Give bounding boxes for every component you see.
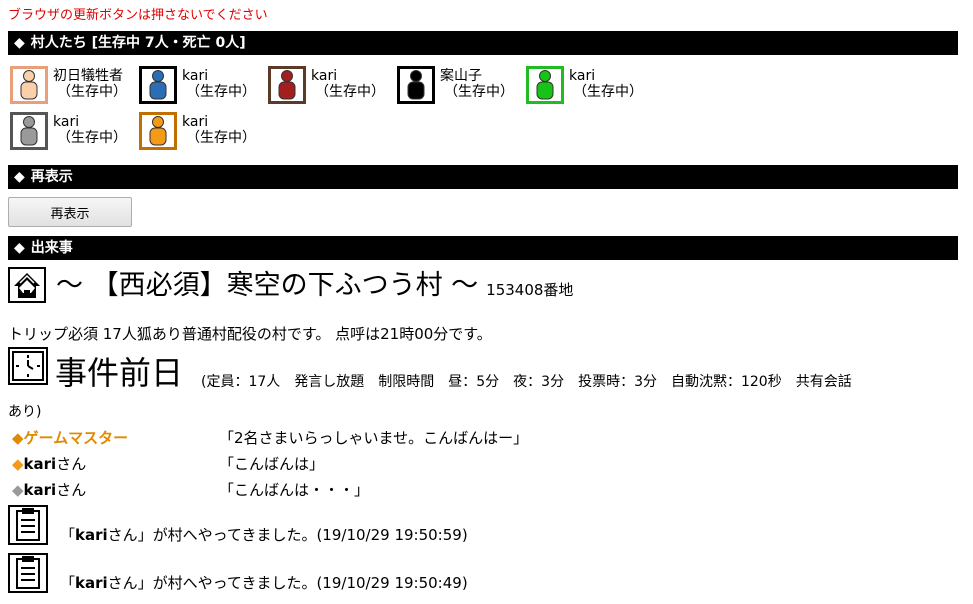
villagers-header: ◆ 村人たち [生存中 7人・死亡 0人] [8, 31, 958, 55]
diamond-icon: ◆ [14, 240, 25, 256]
talk-message: 「こんばんは」 [219, 455, 325, 473]
events-header: ◆ 出来事 [8, 236, 958, 260]
village-description: トリップ必須 17人狐あり普通村配役の村です。 点呼は21時00分です。 [8, 325, 492, 343]
player-card: kari （生存中） [526, 66, 643, 104]
player-status: （生存中） [186, 130, 256, 146]
player-info: 案山子 （生存中） [440, 68, 514, 100]
talk-message: 「2名さまいらっしゃいませ。こんばんはー」 [219, 429, 529, 447]
player-icon [139, 66, 177, 104]
player-card: kari （生存中） [10, 112, 127, 150]
player-name: kari [569, 68, 596, 84]
player-name: kari [53, 114, 80, 130]
clipboard-icon [8, 553, 48, 593]
player-info: kari （生存中） [311, 68, 385, 100]
player-status: （生存中） [186, 84, 256, 100]
player-info: kari （生存中） [569, 68, 643, 100]
player-info: 初日犠牲者 （生存中） [53, 68, 127, 100]
log-open-bracket: 「 [60, 526, 76, 544]
redisplay-header-text: 再表示 [30, 169, 73, 185]
clock-icon [8, 347, 48, 385]
village-title: ～ 【西必須】寒空の下ふつう村 ～ [56, 270, 479, 301]
system-log-text: 「kariさん」が村へやってきました。(19/10/29 19:50:49) [60, 573, 468, 593]
system-log-row: 「kariさん」が村へやってきました。(19/10/29 19:50:59) [8, 505, 468, 545]
speaker-suffix: さん [56, 455, 87, 473]
speaker-diamond-icon: ◆ [12, 455, 24, 473]
system-log-text: 「kariさん」が村へやってきました。(19/10/29 19:50:59) [60, 525, 468, 545]
player-icon [10, 66, 48, 104]
player-card: kari （生存中） [268, 66, 385, 104]
reload-warning: ブラウザの更新ボタンは押さないでください [8, 8, 268, 23]
player-status: （生存中） [444, 84, 514, 100]
log-message: さん」が村へやってきました。(19/10/29 19:50:59) [107, 526, 468, 544]
villagers-header-text: 村人たち [生存中 7人・死亡 0人] [30, 35, 246, 51]
game-options-continued: あり) [8, 404, 42, 420]
player-name: kari [182, 68, 209, 84]
speaker-name: kari [23, 455, 57, 473]
system-log-row: 「kariさん」が村へやってきました。(19/10/29 19:50:49) [8, 553, 468, 593]
log-player-name: kari [75, 526, 108, 544]
player-status: （生存中） [573, 84, 643, 100]
player-card: 案山子 （生存中） [397, 66, 514, 104]
events-header-text: 出来事 [30, 240, 73, 256]
speaker-diamond-icon: ◆ [12, 429, 24, 447]
player-info: kari （生存中） [53, 114, 127, 146]
player-icon [397, 66, 435, 104]
player-icon [10, 112, 48, 150]
player-icon [139, 112, 177, 150]
speaker-name: kari [23, 481, 57, 499]
speaker-diamond-icon: ◆ [12, 481, 24, 499]
house-icon [8, 267, 46, 303]
talk-speaker: ◆kariさん [12, 479, 86, 500]
redisplay-header: ◆ 再表示 [8, 165, 958, 189]
player-icon [526, 66, 564, 104]
clipboard-icon [8, 505, 48, 545]
diamond-icon: ◆ [14, 35, 25, 51]
player-card: 初日犠牲者 （生存中） [10, 66, 127, 104]
speaker-name: ゲームマスター [23, 429, 129, 447]
player-card: kari （生存中） [139, 112, 256, 150]
log-message: さん」が村へやってきました。(19/10/29 19:50:49) [107, 574, 468, 592]
game-options: (定員：17人 発言し放題 制限時間 昼：5分 夜：3分 投票時：3分 自動沈黙… [201, 374, 852, 390]
talk-speaker: ◆kariさん [12, 453, 86, 474]
village-title-row: ～ 【西必須】寒空の下ふつう村 ～ 153408番地 [8, 267, 573, 303]
player-status: （生存中） [315, 84, 385, 100]
player-icon [268, 66, 306, 104]
player-info: kari （生存中） [182, 114, 256, 146]
player-name: 初日犠牲者 [53, 68, 123, 84]
player-name: kari [311, 68, 338, 84]
log-player-name: kari [75, 574, 108, 592]
player-status: （生存中） [57, 84, 127, 100]
speaker-suffix: さん [56, 481, 87, 499]
player-name: 案山子 [440, 68, 482, 84]
player-name: kari [182, 114, 209, 130]
talk-speaker: ◆ゲームマスター [12, 427, 128, 448]
player-status: （生存中） [57, 130, 127, 146]
day-title: 事件前日 [55, 354, 184, 392]
talk-message: 「こんばんは・・・」 [219, 481, 370, 499]
redisplay-button[interactable]: 再表示 [8, 197, 132, 227]
diamond-icon: ◆ [14, 169, 25, 185]
log-open-bracket: 「 [60, 574, 76, 592]
player-card: kari （生存中） [139, 66, 256, 104]
village-number: 153408番地 [486, 281, 574, 299]
player-info: kari （生存中） [182, 68, 256, 100]
